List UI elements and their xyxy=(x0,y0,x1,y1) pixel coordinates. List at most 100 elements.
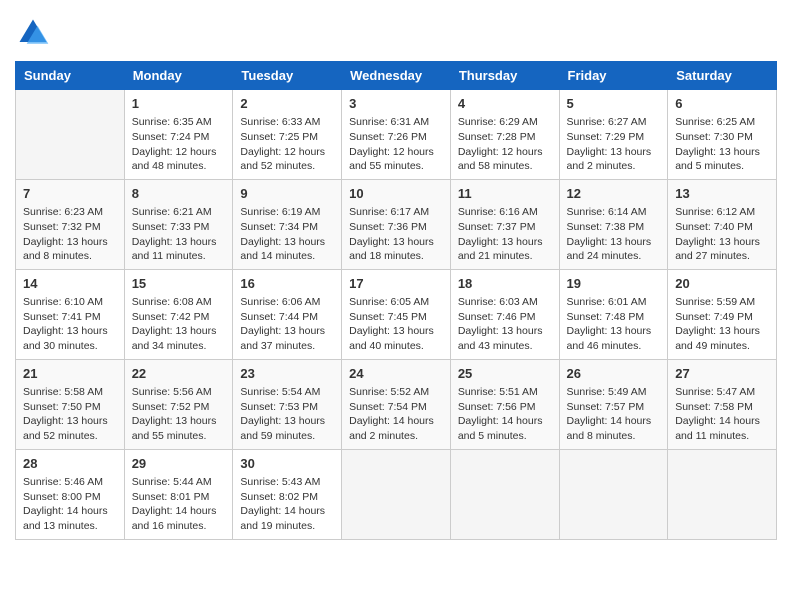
cell-content: Sunrise: 5:54 AM Sunset: 7:53 PM Dayligh… xyxy=(240,385,334,444)
calendar-cell: 9 Sunrise: 6:19 AM Sunset: 7:34 PM Daylig… xyxy=(233,179,342,269)
calendar-cell: 8 Sunrise: 6:21 AM Sunset: 7:33 PM Daylig… xyxy=(124,179,233,269)
day-number: 15 xyxy=(132,275,226,293)
calendar-cell xyxy=(450,449,559,539)
day-number: 30 xyxy=(240,455,334,473)
header-row: SundayMondayTuesdayWednesdayThursdayFrid… xyxy=(16,62,777,90)
calendar-cell: 10 Sunrise: 6:17 AM Sunset: 7:36 PM Dayli… xyxy=(342,179,451,269)
calendar-cell: 11 Sunrise: 6:16 AM Sunset: 7:37 PM Dayli… xyxy=(450,179,559,269)
cell-content: Sunrise: 5:59 AM Sunset: 7:49 PM Dayligh… xyxy=(675,295,769,354)
week-row-2: 7 Sunrise: 6:23 AM Sunset: 7:32 PM Daylig… xyxy=(16,179,777,269)
cell-content: Sunrise: 5:52 AM Sunset: 7:54 PM Dayligh… xyxy=(349,385,443,444)
day-number: 27 xyxy=(675,365,769,383)
day-number: 13 xyxy=(675,185,769,203)
cell-content: Sunrise: 6:14 AM Sunset: 7:38 PM Dayligh… xyxy=(567,205,661,264)
day-number: 25 xyxy=(458,365,552,383)
day-number: 29 xyxy=(132,455,226,473)
calendar-cell: 20 Sunrise: 5:59 AM Sunset: 7:49 PM Dayli… xyxy=(668,269,777,359)
calendar-cell xyxy=(342,449,451,539)
day-number: 9 xyxy=(240,185,334,203)
day-header-thursday: Thursday xyxy=(450,62,559,90)
cell-content: Sunrise: 6:33 AM Sunset: 7:25 PM Dayligh… xyxy=(240,115,334,174)
day-number: 24 xyxy=(349,365,443,383)
logo xyxy=(15,15,55,51)
cell-content: Sunrise: 6:16 AM Sunset: 7:37 PM Dayligh… xyxy=(458,205,552,264)
calendar-cell: 1 Sunrise: 6:35 AM Sunset: 7:24 PM Daylig… xyxy=(124,90,233,180)
cell-content: Sunrise: 6:08 AM Sunset: 7:42 PM Dayligh… xyxy=(132,295,226,354)
cell-content: Sunrise: 6:27 AM Sunset: 7:29 PM Dayligh… xyxy=(567,115,661,174)
calendar-cell xyxy=(559,449,668,539)
cell-content: Sunrise: 6:19 AM Sunset: 7:34 PM Dayligh… xyxy=(240,205,334,264)
cell-content: Sunrise: 5:49 AM Sunset: 7:57 PM Dayligh… xyxy=(567,385,661,444)
cell-content: Sunrise: 5:47 AM Sunset: 7:58 PM Dayligh… xyxy=(675,385,769,444)
day-number: 23 xyxy=(240,365,334,383)
calendar-cell: 27 Sunrise: 5:47 AM Sunset: 7:58 PM Dayli… xyxy=(668,359,777,449)
cell-content: Sunrise: 6:31 AM Sunset: 7:26 PM Dayligh… xyxy=(349,115,443,174)
day-header-wednesday: Wednesday xyxy=(342,62,451,90)
day-number: 1 xyxy=(132,95,226,113)
cell-content: Sunrise: 5:46 AM Sunset: 8:00 PM Dayligh… xyxy=(23,475,117,534)
week-row-1: 1 Sunrise: 6:35 AM Sunset: 7:24 PM Daylig… xyxy=(16,90,777,180)
day-number: 11 xyxy=(458,185,552,203)
day-header-saturday: Saturday xyxy=(668,62,777,90)
calendar-table: SundayMondayTuesdayWednesdayThursdayFrid… xyxy=(15,61,777,540)
calendar-cell: 12 Sunrise: 6:14 AM Sunset: 7:38 PM Dayli… xyxy=(559,179,668,269)
calendar-cell: 4Sunrise: 6:29 AM Sunset: 7:28 PM Daylig… xyxy=(450,90,559,180)
cell-content: Sunrise: 6:21 AM Sunset: 7:33 PM Dayligh… xyxy=(132,205,226,264)
day-number: 3 xyxy=(349,95,443,113)
calendar-cell: 15 Sunrise: 6:08 AM Sunset: 7:42 PM Dayli… xyxy=(124,269,233,359)
calendar-cell: 25Sunrise: 5:51 AM Sunset: 7:56 PM Dayli… xyxy=(450,359,559,449)
calendar-cell: 3 Sunrise: 6:31 AM Sunset: 7:26 PM Daylig… xyxy=(342,90,451,180)
calendar-cell: 6Sunrise: 6:25 AM Sunset: 7:30 PM Daylig… xyxy=(668,90,777,180)
calendar-cell: 28 Sunrise: 5:46 AM Sunset: 8:00 PM Dayli… xyxy=(16,449,125,539)
cell-content: Sunrise: 5:43 AM Sunset: 8:02 PM Dayligh… xyxy=(240,475,334,534)
day-number: 28 xyxy=(23,455,117,473)
day-number: 21 xyxy=(23,365,117,383)
day-number: 10 xyxy=(349,185,443,203)
logo-icon xyxy=(15,15,51,51)
cell-content: Sunrise: 6:05 AM Sunset: 7:45 PM Dayligh… xyxy=(349,295,443,354)
calendar-cell: 23 Sunrise: 5:54 AM Sunset: 7:53 PM Dayli… xyxy=(233,359,342,449)
calendar-cell: 2 Sunrise: 6:33 AM Sunset: 7:25 PM Daylig… xyxy=(233,90,342,180)
day-number: 6 xyxy=(675,95,769,113)
day-number: 8 xyxy=(132,185,226,203)
cell-content: Sunrise: 6:12 AM Sunset: 7:40 PM Dayligh… xyxy=(675,205,769,264)
day-number: 17 xyxy=(349,275,443,293)
day-number: 5 xyxy=(567,95,661,113)
day-number: 19 xyxy=(567,275,661,293)
day-number: 7 xyxy=(23,185,117,203)
day-number: 16 xyxy=(240,275,334,293)
calendar-cell xyxy=(16,90,125,180)
calendar-cell xyxy=(668,449,777,539)
day-header-friday: Friday xyxy=(559,62,668,90)
calendar-cell: 19 Sunrise: 6:01 AM Sunset: 7:48 PM Dayli… xyxy=(559,269,668,359)
calendar-cell: 24 Sunrise: 5:52 AM Sunset: 7:54 PM Dayli… xyxy=(342,359,451,449)
day-number: 20 xyxy=(675,275,769,293)
cell-content: Sunrise: 6:17 AM Sunset: 7:36 PM Dayligh… xyxy=(349,205,443,264)
calendar-cell: 21 Sunrise: 5:58 AM Sunset: 7:50 PM Dayli… xyxy=(16,359,125,449)
calendar-cell: 5 Sunrise: 6:27 AM Sunset: 7:29 PM Daylig… xyxy=(559,90,668,180)
cell-content: Sunrise: 5:44 AM Sunset: 8:01 PM Dayligh… xyxy=(132,475,226,534)
calendar-cell: 7 Sunrise: 6:23 AM Sunset: 7:32 PM Daylig… xyxy=(16,179,125,269)
day-number: 18 xyxy=(458,275,552,293)
cell-content: Sunrise: 6:29 AM Sunset: 7:28 PM Dayligh… xyxy=(458,115,552,174)
cell-content: Sunrise: 6:23 AM Sunset: 7:32 PM Dayligh… xyxy=(23,205,117,264)
day-number: 2 xyxy=(240,95,334,113)
day-number: 22 xyxy=(132,365,226,383)
calendar-cell: 26 Sunrise: 5:49 AM Sunset: 7:57 PM Dayli… xyxy=(559,359,668,449)
day-number: 26 xyxy=(567,365,661,383)
week-row-5: 28 Sunrise: 5:46 AM Sunset: 8:00 PM Dayli… xyxy=(16,449,777,539)
calendar-cell: 29 Sunrise: 5:44 AM Sunset: 8:01 PM Dayli… xyxy=(124,449,233,539)
calendar-cell: 16 Sunrise: 6:06 AM Sunset: 7:44 PM Dayli… xyxy=(233,269,342,359)
day-header-tuesday: Tuesday xyxy=(233,62,342,90)
calendar-cell: 18Sunrise: 6:03 AM Sunset: 7:46 PM Dayli… xyxy=(450,269,559,359)
cell-content: Sunrise: 6:01 AM Sunset: 7:48 PM Dayligh… xyxy=(567,295,661,354)
calendar-cell: 17 Sunrise: 6:05 AM Sunset: 7:45 PM Dayli… xyxy=(342,269,451,359)
calendar-cell: 22Sunrise: 5:56 AM Sunset: 7:52 PM Dayli… xyxy=(124,359,233,449)
day-header-sunday: Sunday xyxy=(16,62,125,90)
cell-content: Sunrise: 6:06 AM Sunset: 7:44 PM Dayligh… xyxy=(240,295,334,354)
day-number: 14 xyxy=(23,275,117,293)
day-header-monday: Monday xyxy=(124,62,233,90)
cell-content: Sunrise: 5:58 AM Sunset: 7:50 PM Dayligh… xyxy=(23,385,117,444)
day-number: 12 xyxy=(567,185,661,203)
cell-content: Sunrise: 6:35 AM Sunset: 7:24 PM Dayligh… xyxy=(132,115,226,174)
